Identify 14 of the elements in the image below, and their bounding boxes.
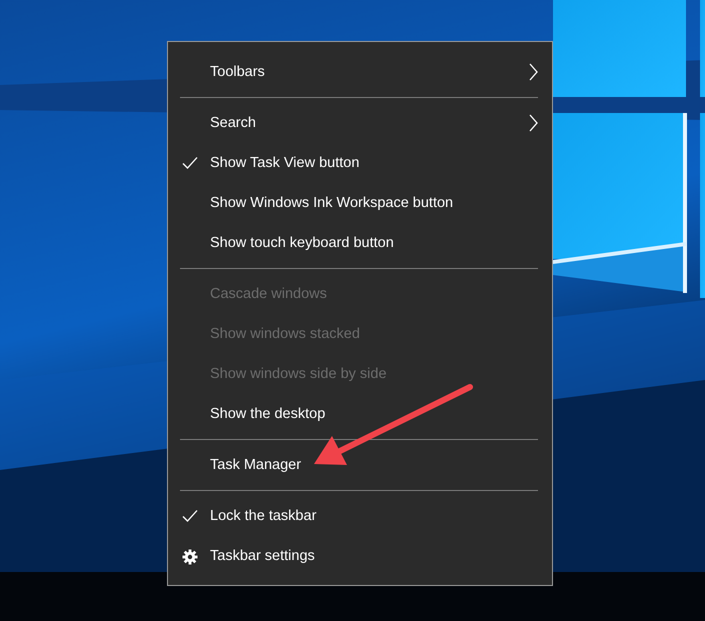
checkmark-icon — [182, 509, 198, 523]
menu-item[interactable]: Show touch keyboard button — [168, 223, 552, 263]
gear-icon — [182, 549, 198, 565]
menu-item[interactable]: Task Manager — [168, 445, 552, 485]
chevron-right-icon — [529, 114, 538, 132]
menu-item[interactable]: Show Task View button — [168, 143, 552, 183]
menu-item[interactable]: Toolbars — [168, 52, 552, 92]
menu-item[interactable]: Lock the taskbar — [168, 496, 552, 536]
menu-item[interactable]: Search — [168, 103, 552, 143]
chevron-right-icon — [529, 63, 538, 81]
checkmark-icon — [182, 156, 198, 170]
menu-item[interactable]: Show the desktop — [168, 394, 552, 434]
menu-item[interactable]: Taskbar settings — [168, 536, 552, 576]
menu-item[interactable]: Show Windows Ink Workspace button — [168, 183, 552, 223]
